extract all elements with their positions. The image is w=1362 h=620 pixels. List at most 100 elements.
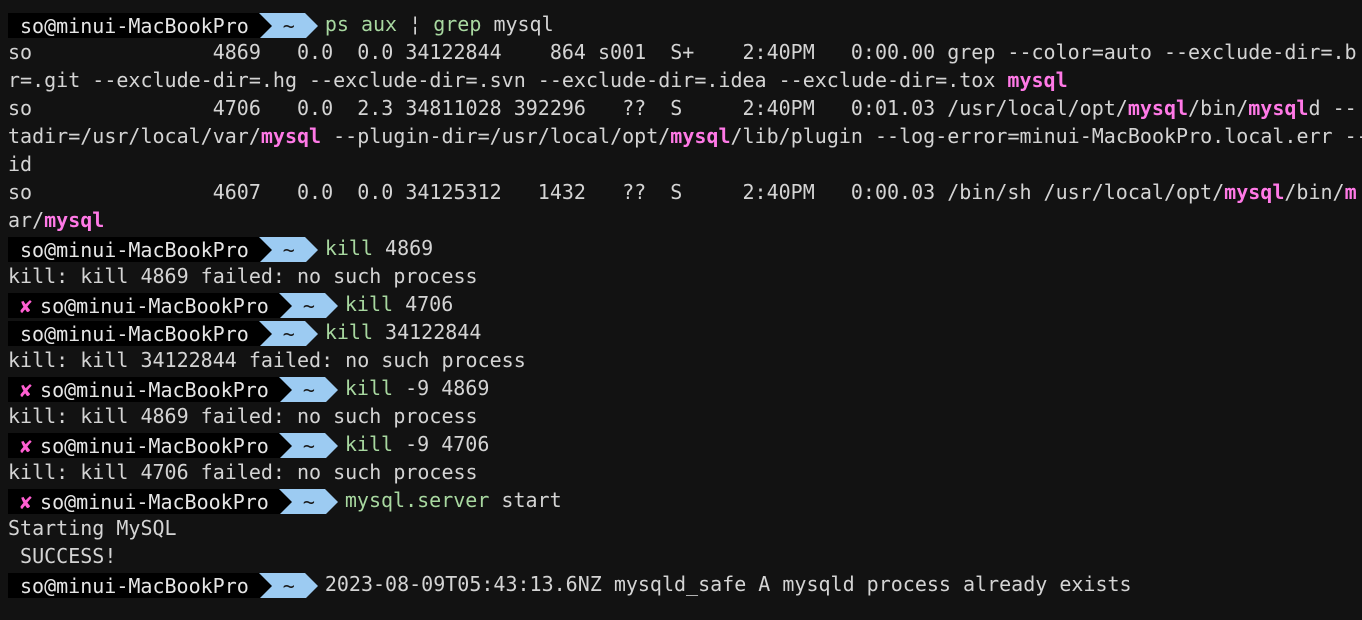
prompt-hostname: so@minui-MacBookPro [20, 573, 249, 598]
prompt-host-segment: so@minui-MacBookPro [8, 320, 272, 346]
grep-match-highlight: mysql [260, 124, 322, 148]
command-token: -9 4869 [405, 376, 490, 400]
prompt-directory: ~ [302, 433, 315, 458]
output-text: so 4706 0.0 2.3 34811028 392296 ?? S 2:4… [8, 96, 1128, 120]
grep-match-highlight: m [1344, 180, 1357, 204]
command-text: 2023-08-09T05:43:13.6NZ mysqld_safe A my… [325, 572, 1132, 596]
powerline-arrow-icon [258, 320, 272, 346]
output-line: kill: kill 4706 failed: no such process [8, 458, 1362, 486]
command-token: mysql [493, 12, 554, 36]
output-text: so 4607 0.0 0.0 34125312 1432 ?? S 2:40P… [8, 180, 1225, 204]
shell-prompt: so@minui-MacBookPro ~ [8, 12, 318, 38]
powerline-arrow-icon [304, 572, 318, 598]
shell-prompt: so@minui-MacBookPro ~ [8, 320, 318, 346]
shell-prompt: so@minui-MacBookPro ~ [8, 236, 318, 262]
powerline-arrow-icon [324, 488, 338, 514]
prompt-host-segment: ✘ so@minui-MacBookPro [8, 432, 292, 458]
prompt-directory: ~ [282, 321, 295, 346]
powerline-arrow-icon [304, 320, 318, 346]
output-text: /lib/plugin --log-error=minui-MacBookPro… [730, 124, 1362, 148]
prompt-directory: ~ [302, 489, 315, 514]
grep-match-highlight: mysql [1127, 96, 1189, 120]
command-text: kill 4869 [325, 236, 433, 260]
powerline-arrow-icon [278, 488, 292, 514]
command-token: 2023-08-09T05:43:13.6NZ mysqld_safe A my… [324, 572, 1132, 596]
error-x-icon: ✘ [20, 293, 33, 318]
powerline-arrow-icon [278, 292, 292, 318]
grep-match-highlight: mysql [1248, 96, 1309, 120]
powerline-arrow-icon [304, 12, 318, 38]
shell-prompt: ✘ so@minui-MacBookPro ~ [8, 376, 338, 402]
prompt-line: so@minui-MacBookPro ~ kill 4869 [8, 234, 1362, 262]
prompt-host-segment: ✘ so@minui-MacBookPro [8, 376, 292, 402]
prompt-host-segment: ✘ so@minui-MacBookPro [8, 488, 292, 514]
command-text: ps aux ¦ grep mysql [325, 12, 554, 36]
output-line: kill: kill 34122844 failed: no such proc… [8, 346, 1362, 374]
output-line: so 4869 0.0 0.0 34122844 864 s001 S+ 2:4… [8, 38, 1362, 66]
prompt-hostname: so@minui-MacBookPro [20, 13, 249, 38]
prompt-host-segment: so@minui-MacBookPro [8, 12, 272, 38]
output-text: kill: kill 34122844 failed: no such proc… [8, 348, 526, 372]
powerline-arrow-icon [304, 236, 318, 262]
grep-match-highlight: mysql [1224, 180, 1285, 204]
output-line: ar/mysql [8, 206, 1362, 234]
powerline-arrow-icon [258, 236, 272, 262]
output-text: d -- [1308, 96, 1357, 120]
prompt-line: so@minui-MacBookPro ~ kill 34122844 [8, 318, 1362, 346]
command-token: kill [344, 432, 406, 456]
command-text: kill 4706 [345, 292, 453, 316]
output-text: id [8, 152, 33, 176]
terminal-window[interactable]: so@minui-MacBookPro ~ ps aux ¦ grep mysql s… [8, 10, 1362, 598]
output-text: --plugin-dir=/usr/local/opt/ [321, 124, 671, 148]
prompt-directory: ~ [282, 573, 295, 598]
output-text: /bin/ [1188, 96, 1249, 120]
prompt-line: so@minui-MacBookPro ~2023-08-09T05:43:13.… [8, 570, 1362, 598]
output-line: so 4706 0.0 2.3 34811028 392296 ?? S 2:4… [8, 94, 1362, 122]
prompt-hostname: so@minui-MacBookPro [40, 293, 269, 318]
command-token: 4706 [405, 292, 454, 316]
prompt-hostname: so@minui-MacBookPro [40, 377, 269, 402]
command-token: -9 4706 [405, 432, 490, 456]
powerline-arrow-icon [278, 432, 292, 458]
output-line: kill: kill 4869 failed: no such process [8, 402, 1362, 430]
prompt-line: ✘ so@minui-MacBookPro ~ kill -9 4869 [8, 374, 1362, 402]
command-token: grep [433, 12, 494, 36]
command-text: kill -9 4869 [345, 376, 490, 400]
output-line: kill: kill 4869 failed: no such process [8, 262, 1362, 290]
prompt-host-segment: so@minui-MacBookPro [8, 236, 272, 262]
prompt-hostname: so@minui-MacBookPro [20, 321, 249, 346]
output-line: r=.git --exclude-dir=.hg --exclude-dir=.… [8, 66, 1362, 94]
shell-prompt: ✘ so@minui-MacBookPro ~ [8, 292, 338, 318]
command-text: kill -9 4706 [345, 432, 490, 456]
output-line: tadir=/usr/local/var/mysql --plugin-dir=… [8, 122, 1362, 150]
output-text: tadir=/usr/local/var/ [8, 124, 261, 148]
output-line: so 4607 0.0 0.0 34125312 1432 ?? S 2:40P… [8, 178, 1362, 206]
prompt-directory: ~ [302, 377, 315, 402]
command-token: ¦ [409, 12, 434, 36]
prompt-directory: ~ [282, 13, 295, 38]
shell-prompt: so@minui-MacBookPro ~ [8, 572, 318, 598]
command-token: kill [324, 236, 386, 260]
prompt-line: ✘ so@minui-MacBookPro ~ mysql.server start [8, 486, 1362, 514]
command-token: 4869 [385, 236, 434, 260]
command-text: kill 34122844 [325, 320, 482, 344]
powerline-arrow-icon [258, 572, 272, 598]
prompt-directory: ~ [302, 293, 315, 318]
output-line: id [8, 150, 1362, 178]
command-text: mysql.server start [345, 488, 562, 512]
output-text: kill: kill 4706 failed: no such process [8, 460, 478, 484]
output-text: /bin/ [1284, 180, 1345, 204]
error-x-icon: ✘ [20, 377, 33, 402]
output-text: kill: kill 4869 failed: no such process [8, 264, 478, 288]
command-token: kill [344, 292, 406, 316]
powerline-arrow-icon [258, 12, 272, 38]
powerline-arrow-icon [324, 376, 338, 402]
command-token: ps aux [324, 12, 410, 36]
grep-match-highlight: mysql [44, 208, 105, 232]
prompt-host-segment: so@minui-MacBookPro [8, 572, 272, 598]
prompt-hostname: so@minui-MacBookPro [40, 433, 269, 458]
grep-match-highlight: mysql [1007, 68, 1068, 92]
command-token: kill [324, 320, 386, 344]
shell-prompt: ✘ so@minui-MacBookPro ~ [8, 432, 338, 458]
prompt-line: ✘ so@minui-MacBookPro ~ kill 4706 [8, 290, 1362, 318]
